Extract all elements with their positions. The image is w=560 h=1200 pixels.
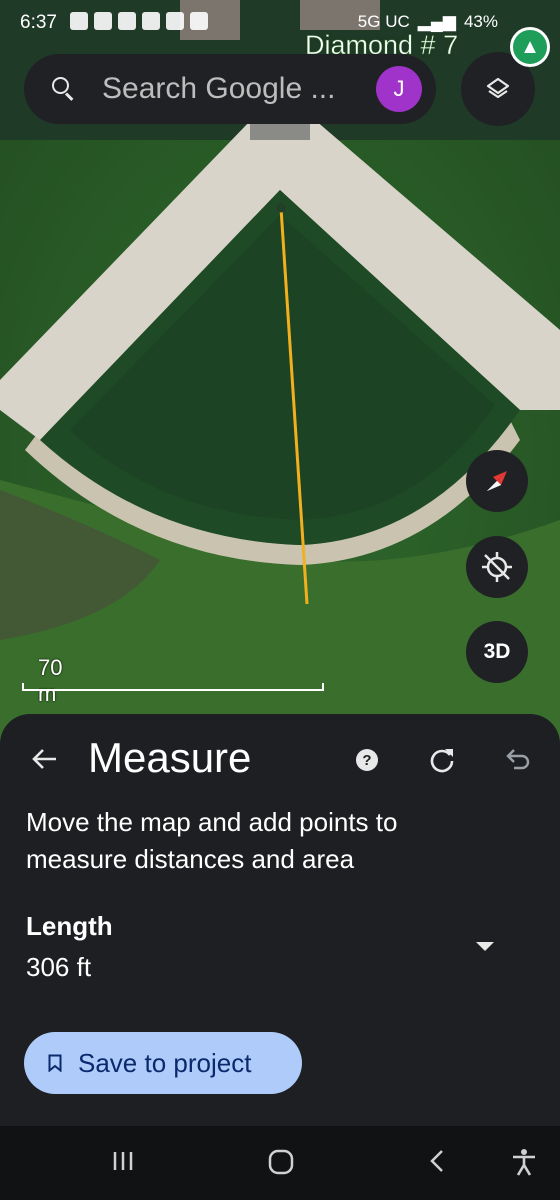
save-to-project-label: Save to project [78, 1047, 252, 1078]
battery-level: 43% [463, 12, 498, 31]
bookmark-icon [48, 1054, 62, 1072]
compass-icon [487, 471, 507, 491]
signal-icon: ▂▄▆ [417, 12, 456, 31]
tree-pin-icon[interactable]: ▲ [510, 27, 550, 67]
sheet-title: Measure [88, 734, 252, 781]
settings-notification-icon [70, 12, 88, 30]
dropdown-icon[interactable] [476, 942, 494, 951]
recents-icon[interactable] [110, 1148, 136, 1174]
accessibility-icon[interactable] [510, 1148, 538, 1176]
avatar[interactable]: J [376, 66, 422, 112]
search-placeholder[interactable]: Search Google ... [102, 72, 376, 106]
status-bar: 6:37 5G UC ▂▄▆ 43% [0, 0, 560, 48]
scale-label: 70 m [38, 655, 63, 706]
my-location-button[interactable] [466, 536, 528, 598]
shield-notification-icon [166, 12, 184, 30]
layers-icon [486, 77, 510, 99]
location-disabled-icon [482, 552, 512, 582]
scale-line [22, 683, 324, 691]
mail-notification-icon [94, 12, 112, 30]
compass-button[interactable] [466, 450, 528, 512]
gmail-notification-icon [118, 12, 136, 30]
back-icon[interactable] [425, 1148, 451, 1174]
home-icon[interactable] [267, 1148, 295, 1176]
measure-description: Move the map and add points to measure d… [26, 807, 398, 874]
notification-icons [70, 12, 208, 30]
system-nav-bar [0, 1126, 560, 1200]
help-icon[interactable]: ? [356, 749, 378, 771]
status-time: 6:37 [20, 12, 57, 33]
mail-notification-icon-2 [142, 12, 160, 30]
search-bar[interactable]: Search Google ... J [24, 54, 436, 124]
reset-icon[interactable] [428, 746, 456, 774]
save-to-project-button[interactable]: Save to project [24, 1032, 302, 1094]
length-value: 306 ft [26, 952, 92, 982]
undo-icon[interactable] [502, 746, 530, 774]
b-notification-icon [190, 12, 208, 30]
measure-sheet: Measure ? Move the map and add points to… [0, 714, 560, 1126]
network-type: 5G UC [357, 12, 410, 31]
status-right: 5G UC ▂▄▆ 43% [358, 12, 498, 32]
search-icon [52, 77, 76, 101]
back-arrow-icon[interactable] [30, 744, 60, 774]
length-label: Length [26, 911, 113, 941]
3d-button[interactable]: 3D [466, 621, 528, 683]
